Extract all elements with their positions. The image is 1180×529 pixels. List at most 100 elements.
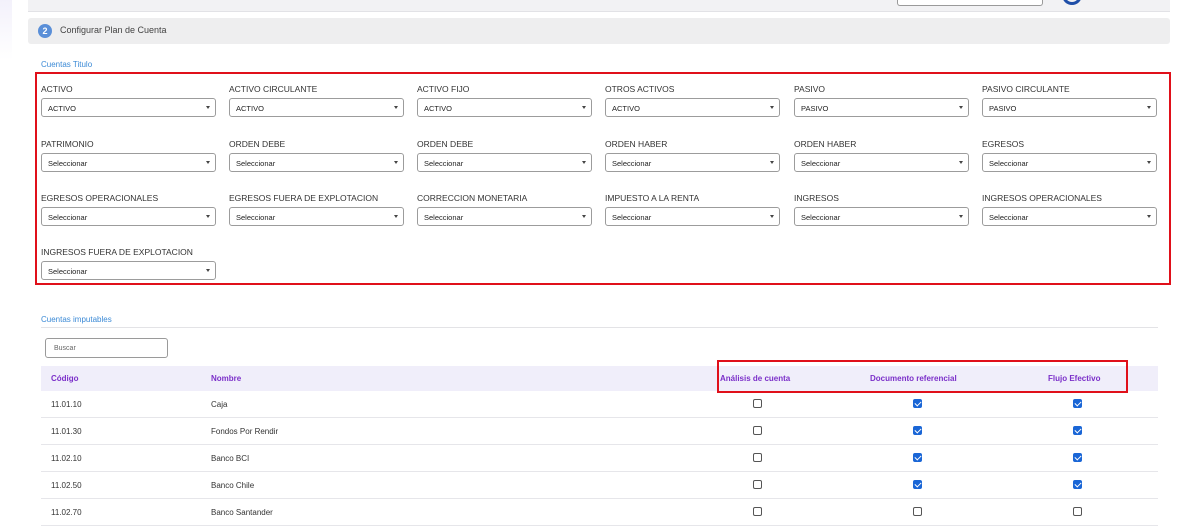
table-row: 11.02.50 Banco Chile (41, 472, 1158, 499)
checkbox-documento[interactable] (913, 399, 922, 408)
account-select[interactable]: PASIVO (982, 98, 1157, 117)
account-select[interactable]: ACTIVO (41, 98, 216, 117)
top-search-input[interactable] (897, 0, 1043, 6)
select-value: ACTIVO (612, 104, 640, 113)
table-row: 11.01.10 Caja (41, 391, 1158, 418)
caret-down-icon (582, 161, 586, 164)
column-header-nombre[interactable]: Nombre (211, 374, 241, 383)
account-select[interactable]: Seleccionar (605, 153, 780, 172)
field-label: OTROS ACTIVOS (605, 84, 675, 94)
checkbox-flujo[interactable] (1073, 453, 1082, 462)
select-value: Seleccionar (801, 213, 841, 222)
account-select[interactable]: Seleccionar (417, 207, 592, 226)
caret-down-icon (394, 161, 398, 164)
cell-nombre: Banco BCI (211, 454, 250, 463)
checkbox-analisis[interactable] (753, 480, 762, 489)
cell-codigo: 11.01.10 (51, 400, 82, 409)
table-row: 11.02.70 Banco Santander (41, 499, 1158, 526)
caret-down-icon (770, 215, 774, 218)
select-value: Seleccionar (612, 213, 652, 222)
cell-codigo: 11.02.10 (51, 454, 82, 463)
select-value: ACTIVO (424, 104, 452, 113)
checkbox-analisis[interactable] (753, 453, 762, 462)
cell-codigo: 11.02.70 (51, 508, 82, 517)
field-label: PATRIMONIO (41, 139, 94, 149)
highlight-box-columns (717, 360, 1128, 393)
select-value: Seleccionar (236, 213, 276, 222)
account-select[interactable]: Seleccionar (229, 153, 404, 172)
search-placeholder: Buscar (54, 345, 76, 352)
caret-down-icon (582, 106, 586, 109)
account-select[interactable]: Seleccionar (794, 207, 969, 226)
select-value: Seleccionar (424, 213, 464, 222)
select-value: Seleccionar (48, 159, 88, 168)
field-label: ACTIVO FIJO (417, 84, 470, 94)
checkbox-documento[interactable] (913, 480, 922, 489)
checkbox-flujo[interactable] (1073, 480, 1082, 489)
select-value: Seleccionar (612, 159, 652, 168)
field-label: INGRESOS OPERACIONALES (982, 193, 1102, 203)
caret-down-icon (206, 161, 210, 164)
account-select[interactable]: Seleccionar (982, 153, 1157, 172)
select-value: Seleccionar (989, 159, 1029, 168)
field-label: ORDEN DEBE (229, 139, 286, 149)
checkbox-flujo[interactable] (1073, 399, 1082, 408)
field-label: EGRESOS FUERA DE EXPLOTACION (229, 193, 379, 203)
checkbox-analisis[interactable] (753, 507, 762, 516)
search-input[interactable]: Buscar (45, 338, 168, 358)
cell-nombre: Banco Chile (211, 481, 255, 490)
select-value: Seleccionar (424, 159, 464, 168)
cell-nombre: Caja (211, 400, 228, 409)
select-value: Seleccionar (48, 213, 88, 222)
checkbox-documento[interactable] (913, 453, 922, 462)
caret-down-icon (394, 215, 398, 218)
account-select[interactable]: ACTIVO (229, 98, 404, 117)
field-label: INGRESOS (794, 193, 839, 203)
step-number-badge: 2 (38, 24, 52, 38)
column-header-codigo[interactable]: Código (51, 374, 79, 383)
select-value: ACTIVO (48, 104, 76, 113)
field-label: IMPUESTO A LA RENTA (605, 193, 700, 203)
checkbox-documento[interactable] (913, 426, 922, 435)
select-value: PASIVO (989, 104, 1017, 113)
field-label: ORDEN DEBE (417, 139, 474, 149)
account-select[interactable]: PASIVO (794, 98, 969, 117)
select-value: Seleccionar (48, 267, 88, 276)
field-label: PASIVO (794, 84, 826, 94)
cell-nombre: Fondos Por Rendir (211, 427, 279, 436)
cell-codigo: 11.01.30 (51, 427, 82, 436)
checkbox-flujo[interactable] (1073, 507, 1082, 516)
caret-down-icon (206, 269, 210, 272)
account-select[interactable]: ACTIVO (605, 98, 780, 117)
checkbox-analisis[interactable] (753, 426, 762, 435)
account-select[interactable]: Seleccionar (41, 261, 216, 280)
caret-down-icon (959, 215, 963, 218)
field-label: ACTIVO (41, 84, 73, 94)
account-select[interactable]: Seleccionar (417, 153, 592, 172)
caret-down-icon (394, 106, 398, 109)
cell-nombre: Banco Santander (211, 508, 273, 517)
field-label: ORDEN HABER (605, 139, 668, 149)
checkbox-analisis[interactable] (753, 399, 762, 408)
table-row: 11.02.10 Banco BCI (41, 445, 1158, 472)
account-select[interactable]: Seleccionar (605, 207, 780, 226)
checkbox-documento[interactable] (913, 507, 922, 516)
account-select[interactable]: ACTIVO (417, 98, 592, 117)
field-label: CORRECCION MONETARIA (417, 193, 528, 203)
account-select[interactable]: Seleccionar (41, 153, 216, 172)
step-header: 2 Configurar Plan de Cuenta (28, 18, 1170, 44)
select-value: ACTIVO (236, 104, 264, 113)
account-select[interactable]: Seleccionar (982, 207, 1157, 226)
select-value: PASIVO (801, 104, 829, 113)
select-value: Seleccionar (989, 213, 1029, 222)
checkbox-flujo[interactable] (1073, 426, 1082, 435)
account-select[interactable]: Seleccionar (794, 153, 969, 172)
select-value: Seleccionar (801, 159, 841, 168)
caret-down-icon (959, 161, 963, 164)
caret-down-icon (770, 161, 774, 164)
account-select[interactable]: Seleccionar (229, 207, 404, 226)
caret-down-icon (1147, 161, 1151, 164)
caret-down-icon (582, 215, 586, 218)
caret-down-icon (770, 106, 774, 109)
account-select[interactable]: Seleccionar (41, 207, 216, 226)
